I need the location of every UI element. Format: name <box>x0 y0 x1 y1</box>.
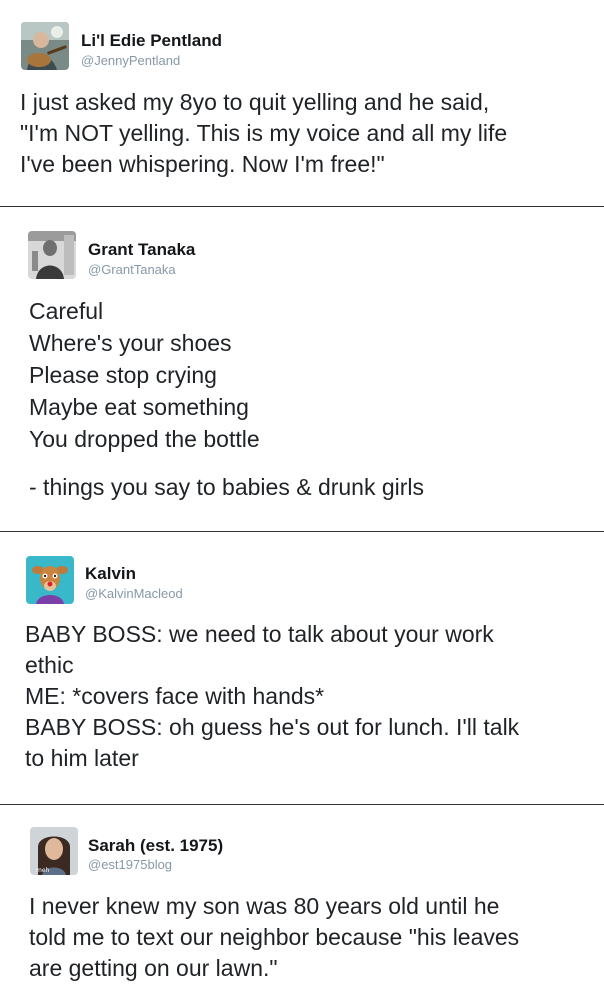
user-handle[interactable]: @JennyPentland <box>81 53 180 68</box>
tweet-text-line: Where's your shoes <box>29 330 232 356</box>
tweet-text: I just asked my 8yo to quit yelling and … <box>20 87 507 180</box>
avatar[interactable] <box>21 22 69 70</box>
tweet-text-line: "I'm NOT yelling. This is my voice and a… <box>20 120 508 146</box>
tweet-text-line: told me to text our neighbor because "hi… <box>29 924 520 950</box>
tweet-text-line: I've been whispering. Now I'm free!" <box>20 151 385 177</box>
tweet-text-line: Please stop crying <box>29 362 217 388</box>
tweet-feed: Li'l Edie Pentland @JennyPentland I just… <box>0 0 604 1006</box>
display-name[interactable]: Grant Tanaka <box>88 240 195 260</box>
tweet-text-line: Maybe eat something <box>29 394 249 420</box>
display-name[interactable]: Li'l Edie Pentland <box>81 31 222 51</box>
avatar[interactable] <box>26 556 74 604</box>
avatar-guitar-photo <box>21 22 69 70</box>
tweet-text-line: Careful <box>29 298 104 324</box>
tweet-text-line: ME: *covers face with hands* <box>25 683 325 709</box>
tweet-text-line: are getting on our lawn." <box>29 955 278 981</box>
tweet-text-line: You dropped the bottle <box>29 426 260 452</box>
tweet-text-line: I never knew my son was 80 years old unt… <box>29 893 500 919</box>
tweet-text-line: BABY BOSS: oh guess he's out for lunch. … <box>25 714 520 740</box>
avatar[interactable]: meh <box>30 827 78 875</box>
tweet-text-line: to him later <box>25 745 139 771</box>
tweet-card: Kalvin @KalvinMacleod BABY BOSS: we need… <box>0 532 604 804</box>
avatar-portrait-photo <box>28 231 76 279</box>
tweet-text-line: - things you say to babies & drunk girls <box>29 474 425 500</box>
tweet-card: Grant Tanaka @GrantTanaka Careful Where'… <box>0 207 604 531</box>
avatar[interactable] <box>28 231 76 279</box>
display-name[interactable]: Sarah (est. 1975) <box>88 836 223 856</box>
tweet-text: I never knew my son was 80 years old unt… <box>29 891 519 984</box>
tweet-text-line: ethic <box>25 652 74 678</box>
tweet-card: Li'l Edie Pentland @JennyPentland I just… <box>0 0 604 206</box>
user-handle[interactable]: @KalvinMacleod <box>85 586 183 601</box>
display-name[interactable]: Kalvin <box>85 564 136 584</box>
tweet-text: BABY BOSS: we need to talk about your wo… <box>25 619 519 774</box>
avatar-caption: meh <box>36 867 50 874</box>
tweet-text: Careful Where's your shoes Please stop c… <box>29 295 424 503</box>
avatar-selfie-photo: meh <box>30 827 78 875</box>
tweet-text-line: I just asked my 8yo to quit yelling and … <box>20 89 490 115</box>
avatar-reindeer-cartoon <box>26 556 74 604</box>
user-handle[interactable]: @GrantTanaka <box>88 262 176 277</box>
tweet-text-line: BABY BOSS: we need to talk about your wo… <box>25 621 494 647</box>
tweet-card: meh Sarah (est. 1975) @est1975blog I nev… <box>0 805 604 1006</box>
user-handle[interactable]: @est1975blog <box>88 857 172 872</box>
